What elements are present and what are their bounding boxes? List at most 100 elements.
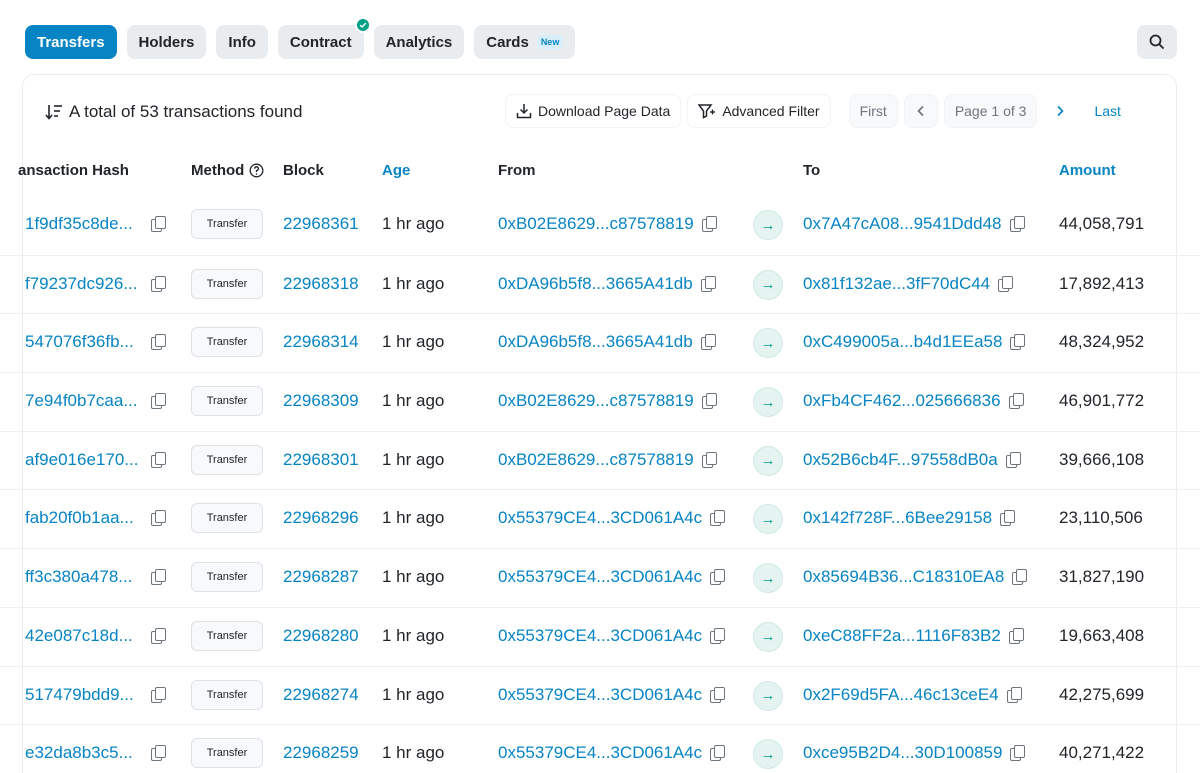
tab-info-label: Info xyxy=(228,33,256,51)
next-page-button[interactable] xyxy=(1043,94,1078,128)
tx-hash-link[interactable]: 1f9df35c8de... xyxy=(25,214,143,234)
copy-icon[interactable] xyxy=(151,216,166,232)
block-link[interactable]: 22968309 xyxy=(283,391,359,411)
copy-icon[interactable] xyxy=(710,627,726,644)
tx-hash-link[interactable]: 7e94f0b7caa... xyxy=(25,391,143,411)
copy-icon[interactable] xyxy=(151,275,166,292)
copy-icon[interactable] xyxy=(151,627,166,644)
to-address-link[interactable]: 0x85694B36...C18310EA8 xyxy=(803,567,1004,587)
from-address-link[interactable]: 0xB02E8629...c87578819 xyxy=(498,391,694,411)
from-address-link[interactable]: 0xB02E8629...c87578819 xyxy=(498,450,694,470)
copy-icon[interactable] xyxy=(151,334,166,351)
copy-icon[interactable] xyxy=(151,510,166,527)
block-link[interactable]: 22968314 xyxy=(283,332,359,352)
copy-icon[interactable] xyxy=(1010,745,1026,762)
copy-icon[interactable] xyxy=(998,275,1014,292)
tx-hash-link[interactable]: fab20f0b1aa... xyxy=(25,508,143,528)
info-icon[interactable] xyxy=(249,163,264,178)
to-address-link[interactable]: 0x81f132ae...3fF70dC44 xyxy=(803,274,990,294)
copy-icon[interactable] xyxy=(151,686,166,703)
prev-page-button[interactable] xyxy=(903,94,938,128)
to-cell: 0x7A47cA08...9541Ddd48 xyxy=(803,214,1025,234)
copy-icon[interactable] xyxy=(151,451,166,468)
sort-icon[interactable] xyxy=(45,103,63,121)
advanced-filter-button[interactable]: Advanced Filter xyxy=(687,94,831,128)
copy-icon[interactable] xyxy=(1000,510,1016,527)
tx-hash-link[interactable]: 517479bdd9... xyxy=(25,685,143,705)
copy-icon[interactable] xyxy=(701,393,717,410)
block-link[interactable]: 22968287 xyxy=(283,567,359,587)
tx-hash-link[interactable]: f79237dc926... xyxy=(25,274,143,294)
to-address-link[interactable]: 0x142f728F...6Bee29158 xyxy=(803,508,992,528)
from-address-link[interactable]: 0x55379CE4...3CD061A4c xyxy=(498,626,702,646)
from-address-link[interactable]: 0x55379CE4...3CD061A4c xyxy=(498,567,702,587)
tab-contract[interactable]: Contract xyxy=(277,17,371,59)
age-text: 1 hr ago xyxy=(382,214,445,233)
copy-icon[interactable] xyxy=(151,569,166,586)
block-link[interactable]: 22968274 xyxy=(283,685,359,705)
tab-info[interactable]: Info xyxy=(216,25,268,59)
copy-icon[interactable] xyxy=(1010,334,1026,351)
to-address-link[interactable]: 0x52B6cb4F...97558dB0a xyxy=(803,450,998,470)
last-page-button[interactable]: Last xyxy=(1083,94,1132,128)
copy-icon[interactable] xyxy=(710,510,726,527)
copy-icon[interactable] xyxy=(1008,393,1024,410)
age-text: 1 hr ago xyxy=(382,391,445,411)
block-link[interactable]: 22968361 xyxy=(283,214,359,234)
tx-hash-cell: 517479bdd9... xyxy=(25,685,166,705)
age-text: 1 hr ago xyxy=(382,508,445,528)
to-address-link[interactable]: 0xC499005a...b4d1EEa58 xyxy=(803,332,1002,352)
block-link[interactable]: 22968318 xyxy=(283,274,359,294)
copy-icon[interactable] xyxy=(151,745,166,762)
to-cell: 0x81f132ae...3fF70dC44 xyxy=(803,274,1014,294)
copy-icon[interactable] xyxy=(1005,451,1021,468)
first-page-button[interactable]: First xyxy=(848,94,898,128)
tx-hash-link[interactable]: e32da8b3c5... xyxy=(25,743,143,763)
copy-icon[interactable] xyxy=(1006,686,1022,703)
tab-transfers[interactable]: Transfers xyxy=(25,25,117,59)
from-address-link[interactable]: 0xDA96b5f8...3665A41db xyxy=(498,332,693,352)
search-button[interactable] xyxy=(1137,25,1177,59)
col-method: Method xyxy=(191,162,264,179)
tab-cards[interactable]: Cards New xyxy=(474,25,576,59)
tx-hash-link[interactable]: 547076f36fb... xyxy=(25,332,143,352)
tx-hash-cell: e32da8b3c5... xyxy=(25,743,166,763)
download-page-data-button[interactable]: Download Page Data xyxy=(505,94,682,128)
col-age[interactable]: Age xyxy=(382,162,410,179)
first-page-label: First xyxy=(859,103,887,119)
block-link[interactable]: 22968280 xyxy=(283,626,359,646)
chevron-left-icon xyxy=(917,105,924,117)
tab-analytics[interactable]: Analytics xyxy=(373,25,465,59)
tab-holders[interactable]: Holders xyxy=(126,25,207,59)
to-address-link[interactable]: 0x2F69d5FA...46c13ceE4 xyxy=(803,685,999,705)
copy-icon[interactable] xyxy=(710,569,726,586)
copy-icon[interactable] xyxy=(710,686,726,703)
col-amount[interactable]: Amount xyxy=(1059,162,1116,179)
copy-icon[interactable] xyxy=(1009,216,1025,232)
from-address-link[interactable]: 0x55379CE4...3CD061A4c xyxy=(498,743,702,763)
block-link[interactable]: 22968296 xyxy=(283,508,359,528)
to-address-link[interactable]: 0xce95B2D4...30D100859 xyxy=(803,743,1002,763)
copy-icon[interactable] xyxy=(700,275,716,292)
from-address-link[interactable]: 0xDA96b5f8...3665A41db xyxy=(498,274,693,294)
to-address-link[interactable]: 0xFb4CF462...025666836 xyxy=(803,391,1001,411)
copy-icon[interactable] xyxy=(710,745,726,762)
copy-icon[interactable] xyxy=(1008,627,1024,644)
block-link[interactable]: 22968301 xyxy=(283,450,359,470)
from-address-link[interactable]: 0x55379CE4...3CD061A4c xyxy=(498,508,702,528)
from-address-link[interactable]: 0xB02E8629...c87578819 xyxy=(498,214,694,234)
arrow-right-icon: → xyxy=(753,504,783,535)
block-link[interactable]: 22968259 xyxy=(283,743,359,763)
to-address-link[interactable]: 0x7A47cA08...9541Ddd48 xyxy=(803,214,1002,234)
copy-icon[interactable] xyxy=(1012,569,1028,586)
from-address-link[interactable]: 0x55379CE4...3CD061A4c xyxy=(498,685,702,705)
copy-icon[interactable] xyxy=(701,216,717,232)
copy-icon[interactable] xyxy=(701,451,717,468)
arrow-right-icon: → xyxy=(753,269,783,300)
tx-hash-link[interactable]: af9e016e170... xyxy=(25,450,143,470)
to-address-link[interactable]: 0xeC88FF2a...1116F83B2 xyxy=(803,626,1001,646)
tx-hash-link[interactable]: 42e087c18d... xyxy=(25,626,143,646)
tx-hash-link[interactable]: ff3c380a478... xyxy=(25,567,143,587)
copy-icon[interactable] xyxy=(700,334,716,351)
copy-icon[interactable] xyxy=(151,393,166,410)
